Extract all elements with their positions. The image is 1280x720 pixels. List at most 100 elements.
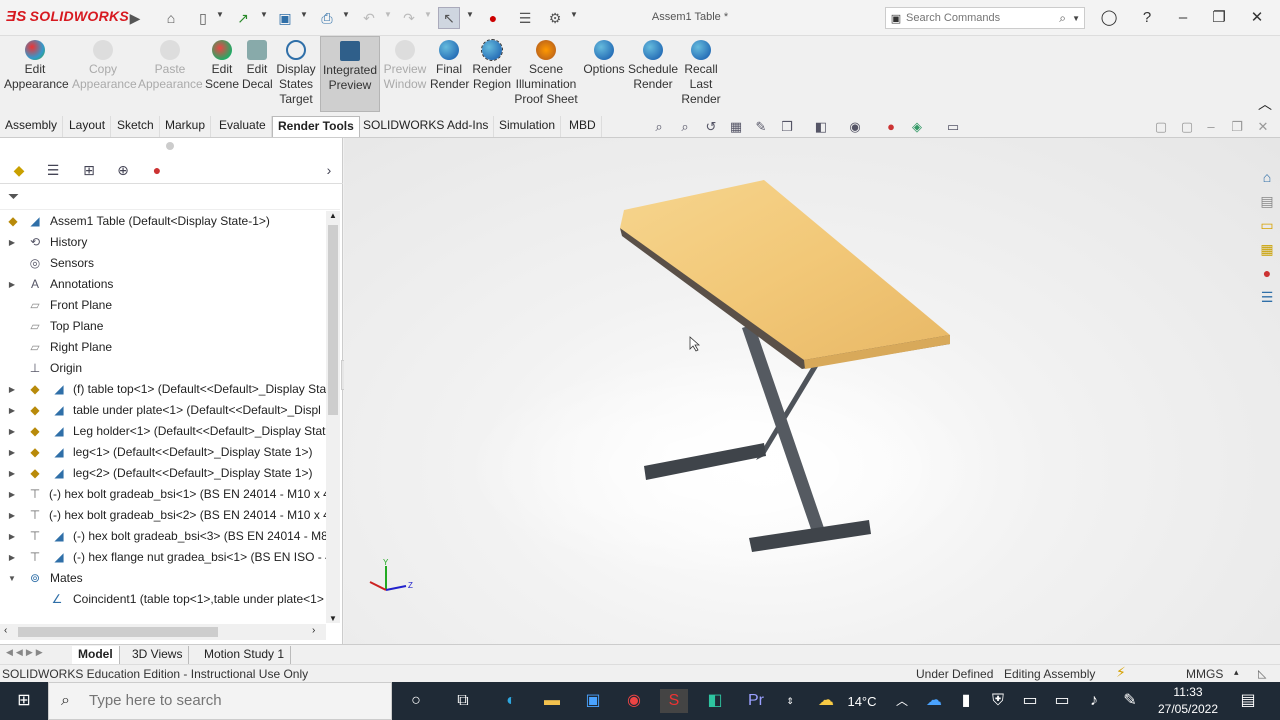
horizontal-scroll-thumb[interactable] <box>18 627 218 637</box>
search-commands-input[interactable] <box>906 12 1046 24</box>
panel-expand-icon[interactable]: › <box>318 159 340 181</box>
taskbar-search-input[interactable] <box>89 692 379 709</box>
property-manager-tab-icon[interactable]: ☰ <box>42 159 64 181</box>
viewport-new-icon[interactable]: ▢ <box>1178 118 1196 136</box>
dimxpert-tab-icon[interactable]: ⊕ <box>112 159 134 181</box>
options-gear-icon[interactable]: ⚙ <box>544 7 566 29</box>
view-orientation-icon[interactable]: ❒ <box>778 118 796 136</box>
tab-simulation[interactable]: Simulation <box>494 116 562 137</box>
usb-device-icon[interactable]: ▮ <box>952 689 980 713</box>
resize-grip-icon[interactable]: ◺ <box>1258 667 1266 680</box>
apply-scene-icon[interactable]: ◈ <box>908 118 926 136</box>
expand-icon[interactable]: ▶ <box>7 547 17 568</box>
scroll-left-icon[interactable]: ‹ <box>4 625 7 636</box>
configuration-manager-tab-icon[interactable]: ⊞ <box>78 159 100 181</box>
expand-icon[interactable]: ▶ <box>7 232 17 253</box>
undo-dropdown-icon[interactable]: ▼ <box>384 10 392 19</box>
expand-icon[interactable]: ▶ <box>7 379 17 400</box>
file-explorer-taskbar-icon[interactable]: ▬ <box>538 689 566 713</box>
rebuild-icon[interactable]: ● <box>482 7 504 29</box>
search-icon[interactable]: ⌕ <box>1059 11 1066 26</box>
collapse-icon[interactable]: ▼ <box>7 568 17 589</box>
tree-item-annotations[interactable]: ▶ A Annotations <box>0 274 326 295</box>
tab-layout[interactable]: Layout <box>64 116 112 137</box>
panel-drag-handle[interactable] <box>166 142 174 150</box>
schedule-render-button[interactable]: Schedule Render <box>628 40 678 92</box>
options-dropdown-icon[interactable]: ▼ <box>570 10 578 19</box>
display-style-icon[interactable]: ◧ <box>812 118 830 136</box>
tree-item-mates[interactable]: ▼ ⊚ Mates <box>0 568 326 589</box>
search-commands-box[interactable]: ▣ ⌕ ▼ <box>885 7 1085 29</box>
edit-appearance-button[interactable]: Edit Appearance <box>4 40 69 92</box>
microsoft-store-icon[interactable]: ▣ <box>579 689 607 713</box>
help-icon[interactable]: ? <box>1134 7 1160 29</box>
security-icon[interactable]: ⛨ <box>984 689 1012 713</box>
edit-scene-button[interactable]: Edit Scene <box>204 40 240 92</box>
tree-item-front-plane[interactable]: ▱ Front Plane <box>0 295 326 316</box>
weather-icon[interactable]: ☁ <box>812 689 840 713</box>
tree-item-right-plane[interactable]: ▱ Right Plane <box>0 337 326 358</box>
tree-item-history[interactable]: ▶ ⟲ History <box>0 232 326 253</box>
display-states-target-button[interactable]: Display States Target <box>276 40 316 107</box>
task-view-icon[interactable]: ⧉ <box>449 689 477 713</box>
tree-vertical-scrollbar[interactable]: ▲ ▼ <box>326 211 340 623</box>
unit-system-selector[interactable]: MMGS <box>1186 667 1223 681</box>
units-dropdown-icon[interactable]: ▴ <box>1234 667 1239 678</box>
tree-item-leg-1[interactable]: ▶ ◆ ◢ leg<1> (Default<<Default>_Display … <box>0 442 326 463</box>
tab-assembly[interactable]: Assembly <box>0 116 64 137</box>
print-icon[interactable]: ⎙ <box>316 7 338 29</box>
file-properties-icon[interactable]: ☰ <box>514 7 536 29</box>
tree-item-hex-bolt-3[interactable]: ▶ ⊤ ◢ (-) hex bolt gradeab_bsi<3> (BS EN… <box>0 526 326 547</box>
home-icon[interactable]: ⌂ <box>160 7 182 29</box>
tab-mbd[interactable]: MBD <box>564 116 602 137</box>
taskbar-search-box[interactable]: ⌕ <box>48 682 392 720</box>
clock-time[interactable]: 11:33 <box>1150 685 1226 699</box>
design-library-icon[interactable]: ▤ <box>1257 191 1277 211</box>
tree-item-table-under-plate[interactable]: ▶ ◆ ◢ table under plate<1> (Default<<Def… <box>0 400 326 421</box>
pen-icon[interactable]: ✎ <box>1116 689 1144 713</box>
collapse-ribbon-icon[interactable]: ︿ <box>1258 94 1272 114</box>
solidworks-logo[interactable]: ƎS SOLIDWORKS <box>6 8 129 25</box>
tree-item-leg-holder[interactable]: ▶ ◆ ◢ Leg holder<1> (Default<<Default>_D… <box>0 421 326 442</box>
redo-icon[interactable]: ↷ <box>398 7 420 29</box>
view-palette-icon[interactable]: ▦ <box>1257 239 1277 259</box>
save-dropdown-icon[interactable]: ▼ <box>300 10 308 19</box>
edit-decal-button[interactable]: Edit Decal <box>242 40 273 92</box>
solidworks-taskbar-icon[interactable]: S <box>660 689 688 713</box>
open-dropdown-icon[interactable]: ▼ <box>260 10 268 19</box>
redo-dropdown-icon[interactable]: ▼ <box>424 10 432 19</box>
user-account-icon[interactable]: ◯ <box>1096 7 1122 29</box>
scroll-right-icon[interactable]: › <box>312 625 315 636</box>
file-explorer-icon[interactable]: ▭ <box>1257 215 1277 235</box>
tree-item-leg-2[interactable]: ▶ ◆ ◢ leg<2> (Default<<Default>_Display … <box>0 463 326 484</box>
windows-start-icon[interactable]: ⊞ <box>10 689 38 713</box>
dynamic-annotation-icon[interactable]: ✎ <box>752 118 770 136</box>
tab-sketch[interactable]: Sketch <box>112 116 160 137</box>
expand-icon[interactable]: ▶ <box>7 421 17 442</box>
tree-item-sensors[interactable]: ◎ Sensors <box>0 253 326 274</box>
tab-scroll-arrows-icon[interactable]: ◀◀▶▶ <box>6 647 46 658</box>
new-document-icon[interactable]: ▯ <box>192 7 214 29</box>
onedrive-icon[interactable]: ☁ <box>920 689 948 713</box>
tab-solidworks-add-ins[interactable]: SOLIDWORKS Add-Ins <box>358 116 495 137</box>
viewport-close-icon[interactable]: ✕ <box>1254 118 1272 136</box>
scroll-up-icon[interactable]: ▲ <box>329 211 337 220</box>
vertical-scroll-thumb[interactable] <box>328 225 338 415</box>
teams-app-icon[interactable]: ◧ <box>701 689 729 713</box>
save-icon[interactable]: ▣ <box>274 7 296 29</box>
appearances-scenes-icon[interactable]: ● <box>1257 263 1277 283</box>
final-render-button[interactable]: Final Render <box>430 40 469 92</box>
section-view-icon[interactable]: ▦ <box>727 118 745 136</box>
rebuild-status-icon[interactable]: ⚡ <box>1116 664 1126 681</box>
expand-icon[interactable]: ▶ <box>7 274 17 295</box>
show-hidden-icons-icon[interactable]: ︿ <box>888 689 916 713</box>
keyboard-icon[interactable]: ▭ <box>1016 689 1044 713</box>
restore-icon[interactable]: ❐ <box>1206 7 1232 29</box>
expand-icon[interactable]: ▶ <box>7 484 17 505</box>
previous-view-icon[interactable]: ↺ <box>702 118 720 136</box>
expand-icon[interactable]: ▶ <box>7 505 17 526</box>
table-model-render[interactable] <box>344 138 1280 644</box>
taskbar-scroll-icon[interactable]: ⇕ <box>776 689 804 713</box>
zoom-to-area-icon[interactable]: ⌕ <box>676 118 694 136</box>
view-settings-icon[interactable]: ▭ <box>944 118 962 136</box>
